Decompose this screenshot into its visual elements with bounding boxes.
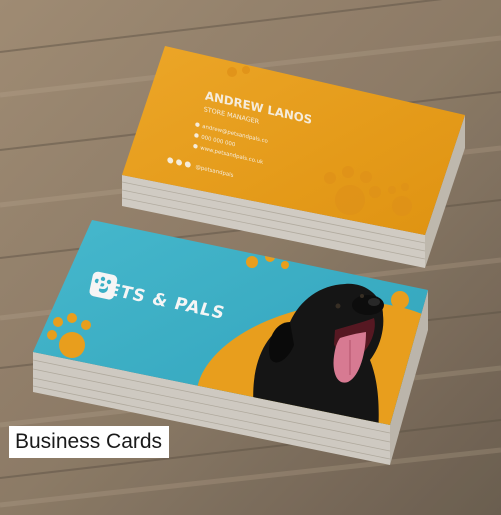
caption-label: Business Cards — [9, 426, 170, 458]
product-photo-tile: ANDREW LANOS STORE MANAGER andrew@petsan… — [0, 0, 501, 515]
